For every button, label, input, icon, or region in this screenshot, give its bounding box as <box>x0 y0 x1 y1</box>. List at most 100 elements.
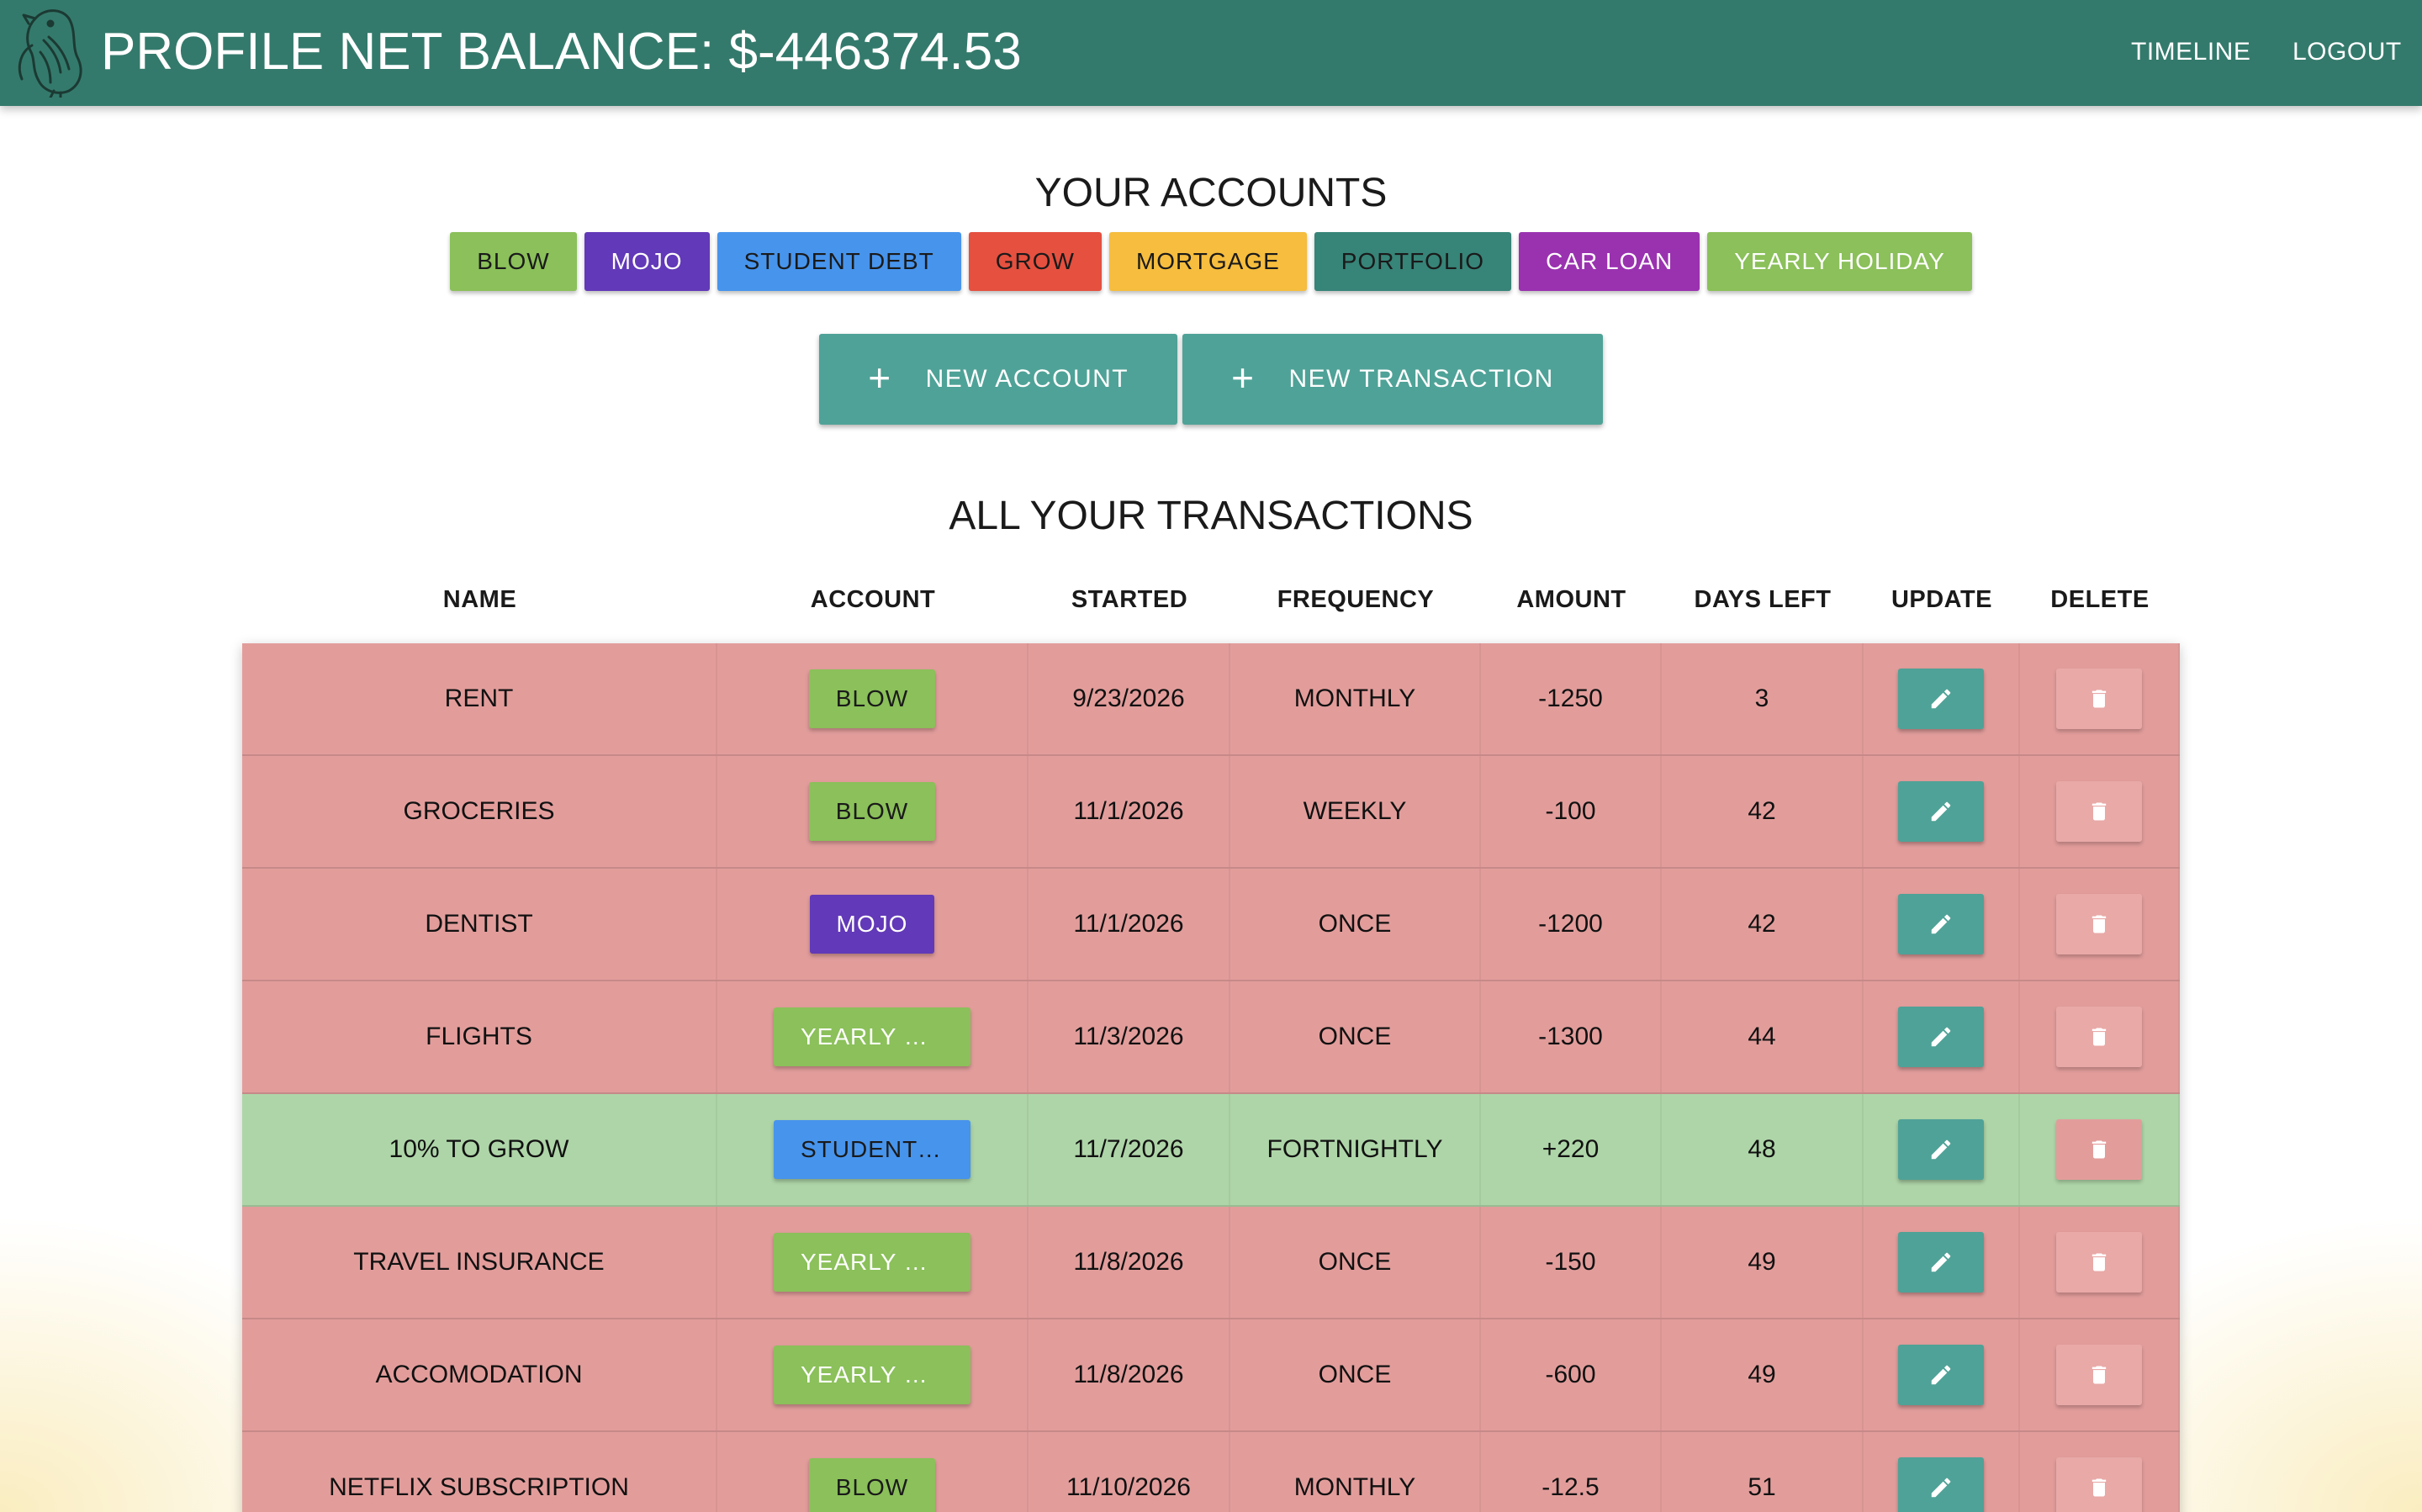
cell-account: YEARLY H... <box>717 981 1029 1092</box>
account-chip-grow[interactable]: GROW <box>968 232 1102 291</box>
cell-delete <box>2020 756 2180 867</box>
transaction-account-chip[interactable]: YEARLY H... <box>774 1007 970 1066</box>
account-chip-blow[interactable]: BLOW <box>450 232 577 291</box>
trash-icon <box>2087 912 2111 936</box>
pencil-icon <box>1928 912 1954 937</box>
cell-days-left: 51 <box>1662 1432 1864 1512</box>
account-chip-mortgage[interactable]: MORTGAGE <box>1108 232 1307 291</box>
transactions-section-title: ALL YOUR TRANSACTIONS <box>949 494 1473 538</box>
transaction-row: 10% TO GROW STUDENT ... 11/7/2026 FORTNIGHT… <box>242 1094 2180 1207</box>
account-chip-yearly-holiday[interactable]: YEARLY HOLIDAY <box>1707 232 1972 291</box>
pencil-icon <box>1928 1250 1954 1275</box>
update-button[interactable] <box>1898 894 1984 954</box>
transaction-account-chip[interactable]: YEARLY H... <box>774 1233 970 1292</box>
update-button[interactable] <box>1898 1232 1984 1293</box>
transaction-account-chip[interactable]: BLOW <box>808 782 936 841</box>
cell-started: 11/8/2026 <box>1029 1207 1230 1318</box>
account-chip-student-debt[interactable]: STUDENT DEBT <box>717 232 961 291</box>
update-button[interactable] <box>1898 1345 1984 1405</box>
transaction-amount: -600 <box>1545 1361 1596 1388</box>
transaction-account-chip[interactable]: YEARLY H... <box>774 1345 970 1404</box>
transactions-table-header: NAME ACCOUNT STARTED FREQUENCY AMOUNT DAYS LE… <box>242 579 2180 621</box>
cell-frequency: ONCE <box>1230 1207 1481 1318</box>
delete-button[interactable] <box>2056 1007 2142 1067</box>
transaction-account-chip[interactable]: MOJO <box>809 895 935 954</box>
cell-account: MOJO <box>717 869 1029 980</box>
delete-button[interactable] <box>2056 1457 2142 1512</box>
transaction-amount: -1300 <box>1538 1023 1603 1050</box>
cell-name: FLIGHTS <box>242 981 717 1092</box>
new-account-button[interactable]: + NEW ACCOUNT <box>819 334 1178 425</box>
delete-button[interactable] <box>2056 894 2142 954</box>
account-chip-mojo[interactable]: MOJO <box>584 232 710 291</box>
pencil-icon <box>1928 1475 1954 1500</box>
cell-account: YEARLY H... <box>717 1207 1029 1318</box>
pencil-icon <box>1928 1362 1954 1388</box>
transactions-table: RENT BLOW 9/23/2026 MONTHLY -1250 3 GROCERIES B… <box>242 643 2180 1512</box>
cell-delete <box>2020 981 2180 1092</box>
column-header-update: UPDATE <box>1891 586 1993 613</box>
transaction-account-chip[interactable]: BLOW <box>808 669 936 728</box>
delete-button[interactable] <box>2056 1345 2142 1405</box>
action-buttons: + NEW ACCOUNT + NEW TRANSACTION <box>0 334 2422 425</box>
trash-icon <box>2087 1138 2111 1161</box>
pencil-icon <box>1928 799 1954 824</box>
delete-button[interactable] <box>2056 1119 2142 1180</box>
transaction-row: NETFLIX SUBSCRIPTION BLOW 11/10/2026 MONTHL… <box>242 1432 2180 1512</box>
cell-started: 11/1/2026 <box>1029 756 1230 867</box>
cell-name: TRAVEL INSURANCE <box>242 1207 717 1318</box>
transaction-name: DENTIST <box>425 910 533 938</box>
delete-button[interactable] <box>2056 669 2142 729</box>
cell-account: BLOW <box>717 1432 1029 1512</box>
transaction-frequency: FORTNIGHTLY <box>1267 1135 1443 1163</box>
update-button[interactable] <box>1898 1007 1984 1067</box>
cell-delete <box>2020 869 2180 980</box>
transaction-days-left: 44 <box>1748 1023 1776 1050</box>
cell-started: 11/10/2026 <box>1029 1432 1230 1512</box>
new-account-label: NEW ACCOUNT <box>925 365 1129 393</box>
transaction-amount: -100 <box>1545 797 1596 825</box>
account-chip-portfolio[interactable]: PORTFOLIO <box>1314 232 1512 291</box>
transaction-name: 10% TO GROW <box>389 1135 569 1163</box>
transaction-days-left: 49 <box>1748 1361 1776 1388</box>
column-header-days-left: DAYS LEFT <box>1694 586 1832 613</box>
update-button[interactable] <box>1898 781 1984 842</box>
transaction-frequency: MONTHLY <box>1293 685 1416 712</box>
transaction-days-left: 3 <box>1754 685 1769 712</box>
transaction-account-chip[interactable]: STUDENT ... <box>774 1120 970 1179</box>
bird-logo-icon[interactable] <box>10 3 94 99</box>
update-button[interactable] <box>1898 669 1984 729</box>
account-chip-car-loan[interactable]: CAR LOAN <box>1519 232 1700 291</box>
transaction-name: ACCOMODATION <box>375 1361 583 1388</box>
delete-button[interactable] <box>2056 781 2142 842</box>
update-button[interactable] <box>1898 1119 1984 1180</box>
nav-logout-link[interactable]: LOGOUT <box>2292 35 2402 69</box>
cell-account: BLOW <box>717 643 1029 754</box>
delete-button[interactable] <box>2056 1232 2142 1293</box>
cell-days-left: 3 <box>1662 643 1864 754</box>
update-button[interactable] <box>1898 1457 1984 1512</box>
cell-update <box>1864 756 2020 867</box>
cell-days-left: 44 <box>1662 981 1864 1092</box>
transaction-days-left: 42 <box>1748 910 1776 938</box>
cell-amount: -1250 <box>1481 643 1662 754</box>
trash-icon <box>2087 1025 2111 1049</box>
cell-frequency: ONCE <box>1230 981 1481 1092</box>
cell-delete <box>2020 1207 2180 1318</box>
transaction-row: DENTIST MOJO 11/1/2026 ONCE -1200 42 <box>242 869 2180 981</box>
transaction-days-left: 51 <box>1748 1473 1776 1501</box>
cell-frequency: MONTHLY <box>1230 1432 1481 1512</box>
cell-delete <box>2020 1094 2180 1205</box>
transaction-row: TRAVEL INSURANCE YEARLY H... 11/8/2026 ONCE… <box>242 1207 2180 1319</box>
column-header-account: ACCOUNT <box>810 586 936 613</box>
nav-timeline-link[interactable]: TIMELINE <box>2131 35 2250 69</box>
trash-icon <box>2087 1363 2111 1387</box>
transaction-frequency: ONCE <box>1318 1248 1392 1276</box>
new-transaction-button[interactable]: + NEW TRANSACTION <box>1182 334 1603 425</box>
transaction-started: 11/1/2026 <box>1073 797 1184 825</box>
transaction-amount: -1250 <box>1538 685 1603 712</box>
transaction-account-chip[interactable]: BLOW <box>808 1458 936 1512</box>
pencil-icon <box>1928 1024 1954 1049</box>
transaction-name: GROCERIES <box>403 797 555 825</box>
plus-icon: + <box>1231 356 1256 399</box>
